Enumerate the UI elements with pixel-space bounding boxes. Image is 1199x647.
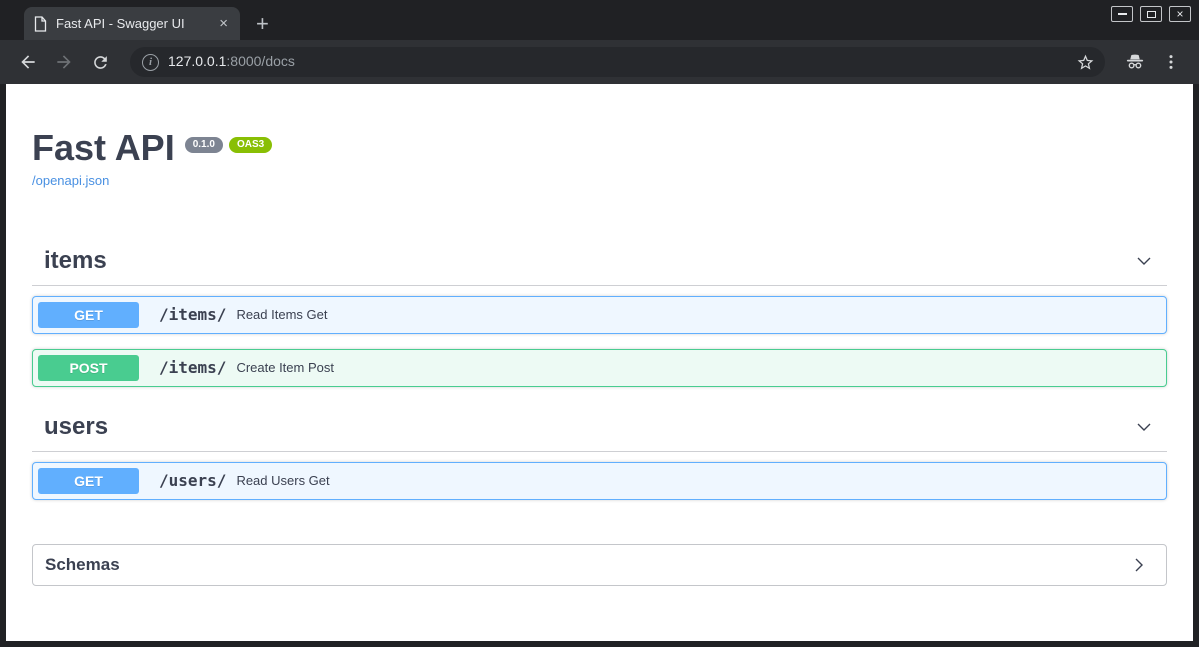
- chevron-down-icon: [1137, 423, 1151, 431]
- page-favicon-icon: [34, 15, 47, 32]
- bookmark-star-icon[interactable]: [1076, 53, 1095, 72]
- section-users: users GET /users/ Read Users Get: [32, 413, 1167, 500]
- maximize-icon: [1146, 10, 1156, 18]
- api-info: Fast API 0.1.0 OAS3 /openapi.json: [32, 84, 1167, 190]
- section-title: items: [44, 246, 107, 274]
- method-badge: POST: [38, 354, 139, 381]
- chevron-down-icon: [1137, 257, 1151, 265]
- minimize-button[interactable]: [1111, 6, 1133, 22]
- incognito-badge-icon: [1121, 48, 1149, 76]
- schemas-title: Schemas: [45, 554, 120, 574]
- browser-toolbar: i 127.0.0.1:8000/docs: [0, 40, 1199, 84]
- method-badge: GET: [38, 467, 139, 494]
- url-bar[interactable]: i 127.0.0.1:8000/docs: [130, 47, 1105, 77]
- browser-titlebar: Fast API - Swagger UI × + ×: [0, 0, 1199, 40]
- reload-icon: [93, 55, 107, 69]
- operation-path: /items/: [159, 305, 227, 325]
- close-button[interactable]: ×: [1169, 6, 1191, 22]
- browser-tab[interactable]: Fast API - Swagger UI ×: [24, 7, 240, 40]
- operation-post-items[interactable]: POST /items/ Create Item Post: [32, 348, 1167, 387]
- operation-path: /items/: [159, 358, 227, 378]
- window-controls: ×: [1111, 6, 1191, 22]
- operation-get-users[interactable]: GET /users/ Read Users Get: [32, 461, 1167, 500]
- operation-summary: Read Items Get: [236, 307, 328, 323]
- method-badge: GET: [38, 301, 139, 328]
- api-title: Fast API: [32, 127, 175, 168]
- operation-summary: Create Item Post: [236, 360, 334, 376]
- oas3-badge: OAS3: [228, 137, 273, 153]
- chevron-right-icon: [1135, 558, 1143, 572]
- back-button[interactable]: [14, 48, 42, 76]
- forward-button[interactable]: [50, 48, 78, 76]
- operation-path: /users/: [159, 471, 227, 491]
- tab-close-icon[interactable]: ×: [217, 16, 230, 31]
- new-tab-button[interactable]: +: [256, 7, 269, 40]
- operation-summary: Read Users Get: [236, 473, 330, 489]
- back-arrow-icon: [21, 55, 35, 69]
- browser-window: Fast API - Swagger UI × + × i 127.0.0.1:…: [0, 0, 1199, 647]
- section-title: users: [44, 412, 109, 440]
- reload-button[interactable]: [86, 48, 114, 76]
- url-path: :8000/docs: [226, 53, 295, 69]
- section-items: items GET /items/ Read Items Get POST /i…: [32, 247, 1167, 387]
- version-badge: 0.1.0: [184, 137, 223, 153]
- url-host: 127.0.0.1: [168, 53, 227, 69]
- section-users-header[interactable]: users: [32, 413, 1167, 452]
- site-info-icon[interactable]: i: [142, 53, 159, 71]
- minimize-icon: [1117, 13, 1127, 15]
- forward-arrow-icon: [57, 55, 71, 69]
- operation-get-items[interactable]: GET /items/ Read Items Get: [32, 295, 1167, 334]
- maximize-button[interactable]: [1140, 6, 1162, 22]
- swagger-page: Fast API 0.1.0 OAS3 /openapi.json items GE…: [6, 84, 1193, 641]
- menu-kebab-icon[interactable]: [1157, 48, 1185, 76]
- schemas-section[interactable]: Schemas: [32, 543, 1167, 586]
- openapi-spec-link[interactable]: /openapi.json: [32, 173, 109, 188]
- section-items-header[interactable]: items: [32, 247, 1167, 286]
- tab-title: Fast API - Swagger UI: [56, 16, 185, 31]
